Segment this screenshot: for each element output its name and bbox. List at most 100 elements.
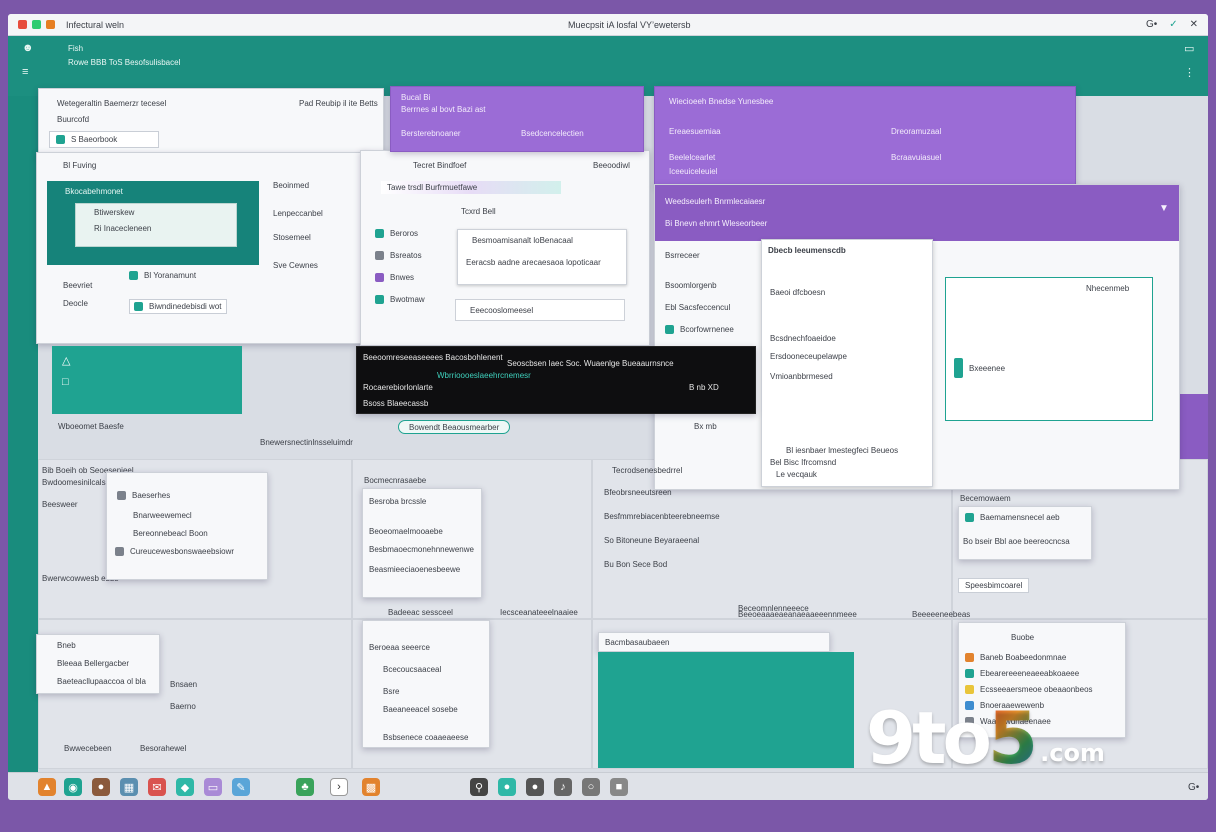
window-c-panel: Besmoamisanalt loBenacaal Eeracsb aadne … — [457, 229, 627, 285]
check-icon[interactable]: ✓ — [1169, 19, 1177, 30]
window-e-right: Dreoramuzaal — [891, 127, 942, 136]
user-icon[interactable]: ☻ — [22, 42, 34, 54]
globe-icon[interactable]: ◉ — [64, 778, 82, 796]
window-icon[interactable]: ▭ — [1184, 42, 1194, 55]
g2-row[interactable]: Beoeomaelmooaebe — [369, 527, 443, 536]
g1-sub: Bwdoomesinilcals — [42, 478, 106, 487]
mail-icon[interactable]: ✉ — [148, 778, 166, 796]
r2c2-panel: Beroeaa seeerce Bcecoucsaaceal Bsre Baea… — [362, 620, 490, 748]
window-b-left-item[interactable]: Beevriet — [63, 281, 92, 290]
window-b-item[interactable]: Sve Cewnes — [273, 261, 318, 270]
window-b-menu-item[interactable]: Bl Yoranamunt — [129, 271, 196, 280]
g2-panel: Besroba brcssle Beoeomaelmooaebe Besbmao… — [362, 488, 482, 598]
minimize-dot-icon[interactable] — [46, 20, 55, 29]
chart-panel-item[interactable]: Bxeeenee — [954, 358, 1005, 378]
dark-window: Beeoomreseeaseeees Bacosbohlenent Seoscb… — [356, 346, 756, 414]
share-icon[interactable]: ⋮ — [1184, 66, 1195, 79]
window-f-item[interactable]: Bsoomlorgenb — [665, 281, 717, 290]
r2c2-head: Badeeac sessceel — [388, 608, 453, 617]
window-f-title: Weedseulerh Bnrmlecaiaesr — [665, 197, 766, 206]
panel-row: Vmioanbbrmesed — [770, 372, 833, 381]
files-icon[interactable]: ▲ — [38, 778, 56, 796]
r2c4-row[interactable]: Ecsseeaersmeoe obeaaonbeos — [965, 685, 1093, 694]
window-f-item[interactable]: Bcorfowrnenee — [665, 325, 734, 334]
window-b-left-item[interactable]: Deocle — [63, 299, 88, 308]
account-icon[interactable]: G• — [1146, 19, 1157, 30]
row-icon — [115, 547, 124, 556]
panel-row: Ri Inacecleneen — [94, 224, 152, 233]
window-b-item[interactable]: Stosemeel — [273, 233, 311, 242]
window-d-line: Berrnes al bovt Bazi ast — [401, 105, 486, 114]
r2c2-row[interactable]: Baeaneeacel sosebe — [383, 705, 458, 714]
window-c-search[interactable]: Tawe trsdl Burfrmuetfawe — [381, 181, 561, 194]
chart-icon[interactable]: ▩ — [362, 778, 380, 796]
window-c-item[interactable]: Beroros — [375, 229, 418, 238]
window-c-title: Tecret Bindfoef — [413, 161, 467, 170]
window-icon[interactable]: ▭ — [204, 778, 222, 796]
maximize-dot-icon[interactable] — [32, 20, 41, 29]
window-b: Bl Fuving Bkocabehmonet Btiwerskew Ri In… — [36, 152, 370, 344]
r2c1-panel: Bneb Bleeaa Bellergacber Baeteacllupaacc… — [36, 634, 160, 694]
r2c4-row[interactable]: Ebearereeeneaeeabkoaeee — [965, 669, 1079, 678]
window-a-field[interactable]: S Baeorbook — [49, 131, 159, 148]
menu-icon[interactable]: ≡ — [22, 66, 28, 78]
g2-row[interactable]: Beasmieeciaoenesbeewe — [369, 565, 460, 574]
circle-icon[interactable]: ○ — [582, 778, 600, 796]
photos-icon[interactable]: ▦ — [120, 778, 138, 796]
camera-icon[interactable]: ● — [92, 778, 110, 796]
window-f-item[interactable]: Ebl Sacsfeccencul — [665, 303, 730, 312]
teal-card: △ □ — [52, 346, 242, 414]
window-b-item[interactable]: Lenpeccanbel — [273, 209, 323, 218]
window-e: Wiecioeeh Bnedse Yunesbee Ereaesuemiaa B… — [654, 86, 1076, 186]
window-c-item[interactable]: Tcxrd Bell — [461, 207, 496, 216]
window-b-item[interactable]: Beoinmed — [273, 181, 309, 190]
search-icon[interactable]: ⚲ — [470, 778, 488, 796]
g2-row[interactable]: Besbmaoecmonehnnewenwe — [369, 545, 474, 554]
app-icon[interactable]: ■ — [610, 778, 628, 796]
music-icon[interactable]: ♪ — [554, 778, 572, 796]
window-f-panel-title: Dbecb Ieeumenscdb — [768, 246, 846, 255]
g4-row[interactable]: Baemamensnecel aeb — [965, 513, 1060, 522]
status-icon[interactable]: G• — [1188, 782, 1199, 793]
left-teal-strip — [8, 96, 38, 786]
g3-row: Bfeobrsneeutsreen — [604, 488, 672, 497]
close-icon[interactable]: ✕ — [1190, 19, 1198, 30]
chevron-down-icon[interactable]: ▼ — [1159, 203, 1169, 214]
window-title: Muecpsit iA losfal VY’ewetersb — [568, 20, 691, 30]
r2c1-row: Bleeaa Bellergacber — [57, 659, 130, 668]
panel-row: Eeecooslomeesel — [470, 306, 534, 315]
phone-icon: △ — [62, 355, 71, 367]
window-f-item[interactable]: Bsrreceer — [665, 251, 700, 260]
window-c-item[interactable]: Bwotmaw — [375, 295, 425, 304]
r2c2-row[interactable]: Bcecoucsaaceal — [383, 665, 441, 674]
draw-icon[interactable]: ✎ — [232, 778, 250, 796]
row-icon — [965, 653, 974, 662]
leaf-icon[interactable]: ♣ — [296, 778, 314, 796]
panel-card: Btiwerskew Ri Inacecleneen — [75, 203, 237, 247]
g4-button[interactable]: Speesbimcoarel — [958, 578, 1030, 593]
chat-icon[interactable]: ● — [498, 778, 516, 796]
r2c2-row[interactable]: Beroeaa seeerce — [369, 643, 430, 652]
panel-row: Eeracsb aadne arecaesaoa lopoticaar — [466, 258, 601, 267]
gem-icon[interactable]: ◆ — [176, 778, 194, 796]
menu-icon — [129, 271, 138, 280]
g1-row[interactable]: Cureucewesbonswaeebsiowr — [115, 547, 234, 556]
r2c2-row[interactable]: Bsre — [383, 687, 399, 696]
close-dot-icon[interactable] — [18, 20, 27, 29]
window-c-item[interactable]: Bnwes — [375, 273, 414, 282]
window-a-right: Pad Reubip il ite Betts — [299, 99, 378, 108]
r2c3-panel — [598, 652, 854, 768]
window-b-menu-item[interactable]: Biwndinedebisdi wot — [129, 299, 227, 314]
center-pill-button[interactable]: Bowendt Beaousmearber — [398, 420, 511, 434]
record-icon[interactable]: ● — [526, 778, 544, 796]
header-subtitle: Rowe BBB ToS Besofsulisbacel — [68, 58, 181, 67]
terminal-icon[interactable]: › — [330, 778, 348, 796]
g1-row[interactable]: Baeserhes — [117, 491, 170, 500]
r2c4-row[interactable]: Baneb Boabeedonmnae — [965, 653, 1066, 662]
g2-title: Bocmecnrasaebe — [364, 476, 427, 485]
g1-row[interactable]: Bnarweewemecl — [133, 511, 192, 520]
g2-row[interactable]: Besroba brcssle — [369, 497, 426, 506]
g1-row[interactable]: Bereonnebeacl Boon — [133, 529, 208, 538]
window-c-item[interactable]: Bsreatos — [375, 251, 422, 260]
mid-text: Bnewersnectinlnsseluimdr — [260, 438, 353, 447]
